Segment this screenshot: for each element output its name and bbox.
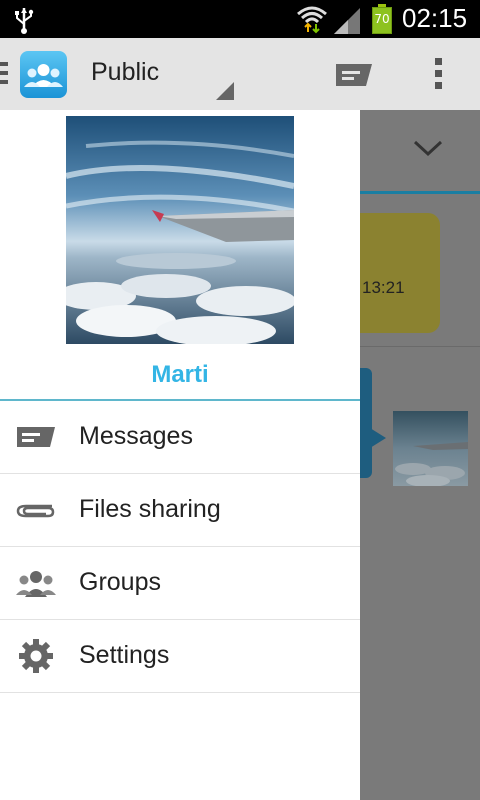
profile-name[interactable]: Marti — [0, 361, 360, 389]
drawer-indicator-icon[interactable] — [0, 62, 8, 89]
dimmed-message-list: 13:21 — [348, 110, 480, 800]
status-clock: 02:15 — [402, 3, 468, 33]
battery-icon: 70 — [372, 4, 392, 34]
action-bar: Public — [0, 38, 480, 110]
wifi-icon — [297, 6, 327, 34]
status-bar: 70 02:15 — [0, 0, 480, 38]
signal-icon — [334, 8, 360, 34]
drawer-item-label: Messages — [79, 422, 193, 450]
drawer-item-label: Files sharing — [79, 495, 221, 523]
drawer-item-label: Settings — [79, 641, 170, 669]
message-time: 13:21 — [362, 278, 405, 297]
battery-level: 70 — [374, 12, 390, 26]
messages-icon — [17, 427, 55, 447]
drawer-item-messages[interactable]: Messages — [0, 401, 360, 474]
channel-title[interactable]: Public — [91, 58, 159, 87]
usb-icon — [15, 8, 34, 34]
overflow-menu-icon[interactable] — [433, 58, 443, 94]
gear-icon — [19, 639, 53, 673]
drawer-item-files-sharing[interactable]: Files sharing — [0, 474, 360, 547]
navigation-drawer: Marti Messages Files sharing Groups Sett… — [0, 110, 360, 800]
profile-avatar[interactable] — [66, 116, 294, 344]
chevron-down-icon[interactable] — [412, 138, 444, 158]
message-image-thumbnail[interactable] — [393, 411, 468, 486]
drawer-item-groups[interactable]: Groups — [0, 547, 360, 620]
tab-indicator — [360, 191, 480, 194]
drawer-item-label: Groups — [79, 568, 161, 596]
paperclip-icon — [16, 504, 55, 518]
channel-spinner-indicator[interactable] — [216, 82, 234, 100]
drawer-item-settings[interactable]: Settings — [0, 620, 360, 693]
groups-icon — [16, 571, 56, 597]
app-logo-icon[interactable] — [20, 51, 67, 98]
message-separator — [360, 346, 480, 347]
compose-message-icon[interactable] — [334, 62, 374, 88]
message-bubble-tip — [370, 428, 386, 448]
drawer-menu: Messages Files sharing Groups Settings — [0, 401, 360, 693]
message-bubble — [348, 213, 440, 333]
